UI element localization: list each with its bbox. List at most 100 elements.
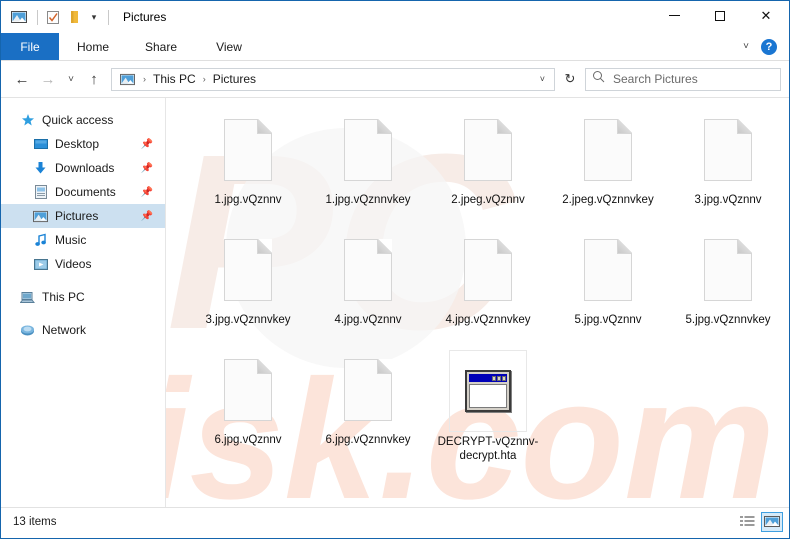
view-mode-buttons [736, 512, 783, 532]
breadcrumb-item-pictures[interactable]: Pictures [210, 72, 259, 86]
breadcrumb[interactable]: › This PC › Pictures ˅ [111, 68, 555, 91]
blank-page-glyph [344, 359, 392, 421]
hta-titlebar-button [502, 376, 506, 381]
documents-icon [32, 184, 49, 200]
search-icon [592, 70, 605, 88]
music-icon [32, 232, 49, 248]
file-tile[interactable]: DECRYPT-vQznnv-decrypt.hta [428, 350, 548, 468]
address-bar: ← → ˅ ↑ › This PC › Pictures ˅ ↻ [1, 61, 789, 97]
recent-locations-button[interactable]: ˅ [61, 66, 81, 92]
file-tile[interactable]: 1.jpg.vQznnvkey [308, 110, 428, 228]
sidebar-item-quick-access[interactable]: Quick access [1, 108, 165, 132]
sidebar-label: Pictures [55, 209, 98, 223]
file-tile[interactable]: 4.jpg.vQznnv [308, 230, 428, 348]
sidebar-item-pictures[interactable]: Pictures 📌 [1, 204, 165, 228]
sidebar-label: Network [42, 323, 86, 337]
file-name-label: 1.jpg.vQznnv [194, 193, 302, 207]
customize-chevron-icon[interactable]: ▾ [86, 8, 102, 26]
file-tile[interactable]: 6.jpg.vQznnv [188, 350, 308, 468]
file-tile[interactable]: 5.jpg.vQznnvkey [668, 230, 788, 348]
back-button[interactable]: ← [9, 66, 35, 92]
breadcrumb-item-this-pc[interactable]: This PC [150, 72, 199, 86]
blank-page-glyph [224, 359, 272, 421]
sidebar-item-network[interactable]: Network [1, 318, 165, 342]
search-input[interactable] [611, 71, 775, 87]
sidebar-gap-2 [1, 309, 165, 318]
close-button[interactable]: ✕ [743, 1, 789, 31]
tab-home[interactable]: Home [59, 33, 127, 60]
status-bar: 13 items [1, 507, 789, 535]
forward-button[interactable]: → [35, 66, 61, 92]
hta-window-glyph [465, 370, 511, 412]
item-count-label: 13 items [13, 516, 56, 528]
sidebar-label: Music [55, 233, 86, 247]
sidebar-item-downloads[interactable]: Downloads 📌 [1, 156, 165, 180]
blank-file-icon [693, 110, 763, 190]
sidebar-item-music[interactable]: Music [1, 228, 165, 252]
sidebar-item-videos[interactable]: Videos [1, 252, 165, 276]
file-tile[interactable]: 2.jpeg.vQznnvkey [548, 110, 668, 228]
blank-file-icon [693, 230, 763, 310]
file-tile[interactable]: 5.jpg.vQznnv [548, 230, 668, 348]
explorer-body: Quick access Desktop 📌 [1, 97, 789, 507]
tab-file[interactable]: File [1, 33, 59, 60]
sidebar-item-documents[interactable]: Documents 📌 [1, 180, 165, 204]
file-name-label: 6.jpg.vQznnv [194, 433, 302, 447]
maximize-button[interactable] [697, 1, 743, 31]
sidebar-label: Downloads [55, 161, 114, 175]
window-title: Pictures [123, 1, 166, 33]
file-tile[interactable]: 6.jpg.vQznnvkey [308, 350, 428, 468]
search-box[interactable] [585, 68, 781, 91]
tab-view[interactable]: View [195, 33, 263, 60]
hta-titlebar-button [492, 376, 496, 381]
properties-icon[interactable] [44, 8, 62, 26]
sidebar-item-this-pc[interactable]: This PC [1, 285, 165, 309]
blank-file-icon [213, 110, 283, 190]
new-folder-icon[interactable] [65, 8, 83, 26]
blank-file-icon [213, 350, 283, 430]
hta-application-icon [449, 350, 527, 432]
pin-icon[interactable]: 📌 [141, 187, 153, 198]
downloads-icon [32, 160, 49, 176]
blank-page-glyph [464, 239, 512, 301]
pictures-icon [32, 208, 49, 224]
blank-page-glyph [584, 239, 632, 301]
help-button[interactable]: ? [761, 39, 777, 55]
blank-page-glyph [224, 239, 272, 301]
sidebar-label: Desktop [55, 137, 99, 151]
file-name-label: 3.jpg.vQznnvkey [194, 313, 302, 327]
pin-icon[interactable]: 📌 [141, 211, 153, 222]
file-name-label: 2.jpeg.vQznnv [434, 193, 542, 207]
toolbar-divider-2 [108, 10, 109, 25]
file-name-label: 5.jpg.vQznnv [554, 313, 662, 327]
this-pc-icon [19, 289, 36, 305]
pin-icon[interactable]: 📌 [141, 139, 153, 150]
sidebar-item-desktop[interactable]: Desktop 📌 [1, 132, 165, 156]
file-tile[interactable]: 4.jpg.vQznnvkey [428, 230, 548, 348]
file-tile[interactable]: 3.jpg.vQznnvkey [188, 230, 308, 348]
breadcrumb-dropdown-icon[interactable]: ˅ [535, 74, 550, 84]
large-icons-view-icon[interactable] [761, 512, 783, 532]
file-tile[interactable]: 3.jpg.vQznnv [668, 110, 788, 228]
pictures-folder-icon[interactable] [10, 8, 28, 26]
blank-file-icon [573, 230, 643, 310]
details-view-icon[interactable] [736, 512, 758, 532]
tab-share[interactable]: Share [127, 33, 195, 60]
blank-page-glyph [344, 119, 392, 181]
file-list-pane[interactable]: PC risk.com 1.jpg.vQznnv1.jpg.vQznnvkey2… [166, 98, 789, 507]
chevron-down-icon[interactable]: ˅ [735, 41, 757, 52]
breadcrumb-separator-1[interactable]: › [139, 74, 150, 84]
star-icon [19, 112, 36, 128]
blank-file-icon [333, 110, 403, 190]
file-tile[interactable]: 1.jpg.vQznnv [188, 110, 308, 228]
blank-page-glyph [704, 239, 752, 301]
file-tile[interactable]: 2.jpeg.vQznnv [428, 110, 548, 228]
minimize-button[interactable] [651, 1, 697, 31]
file-name-label: DECRYPT-vQznnv-decrypt.hta [434, 435, 542, 463]
blank-file-icon [333, 230, 403, 310]
breadcrumb-separator-2[interactable]: › [199, 74, 210, 84]
ribbon-tab-bar: File Home Share View ˅ ? [1, 33, 789, 61]
refresh-button[interactable]: ↻ [557, 66, 583, 92]
pin-icon[interactable]: 📌 [141, 163, 153, 174]
up-button[interactable]: ↑ [81, 66, 107, 92]
